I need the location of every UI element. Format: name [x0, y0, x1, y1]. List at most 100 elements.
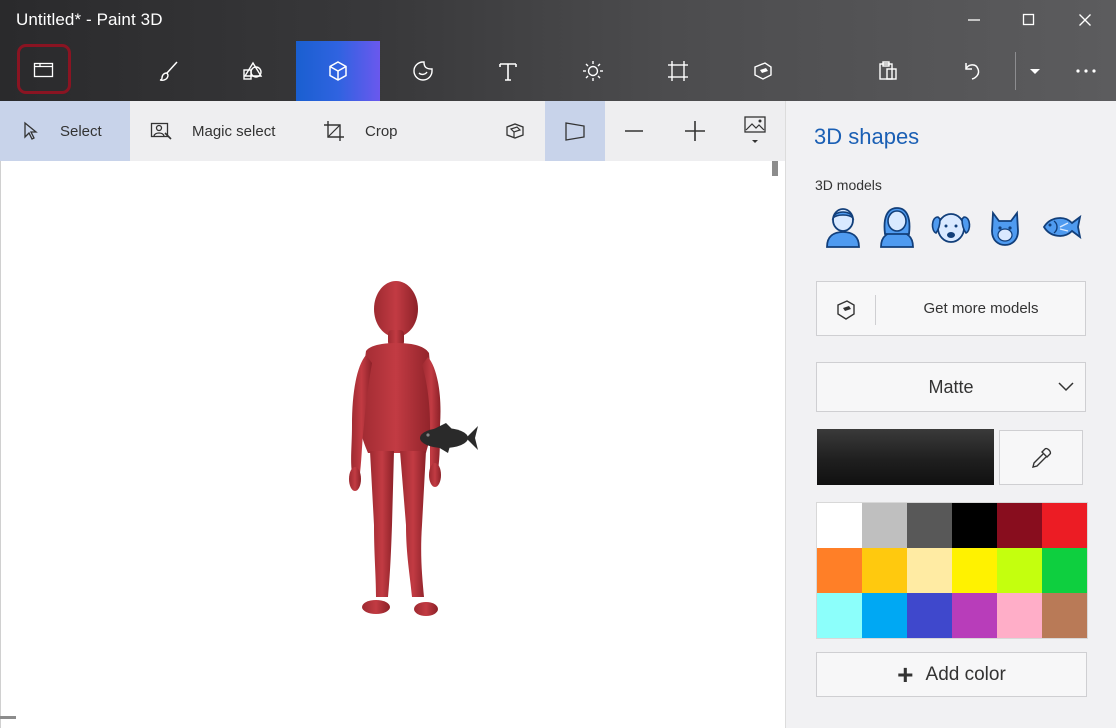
color-swatch[interactable] [907, 548, 952, 593]
zoom-in-button[interactable] [665, 101, 725, 161]
caret-down-icon [1030, 69, 1040, 74]
color-swatch[interactable] [952, 593, 997, 638]
cursor-icon [24, 121, 38, 140]
perspective-button[interactable] [545, 101, 605, 161]
magic-select-icon [150, 122, 172, 140]
color-swatch[interactable] [862, 503, 907, 548]
color-swatch[interactable] [862, 593, 907, 638]
3d-view-button[interactable] [485, 101, 545, 161]
color-swatch[interactable] [997, 548, 1042, 593]
tool-2d-shapes[interactable] [211, 41, 295, 101]
color-swatch[interactable] [817, 593, 862, 638]
color-swatch[interactable] [817, 503, 862, 548]
maximize-button[interactable] [1006, 0, 1052, 40]
perspective-icon [565, 122, 585, 141]
undo-icon [965, 63, 980, 80]
eyedropper-button[interactable] [999, 430, 1083, 485]
zoom-out-button[interactable] [604, 101, 664, 161]
tool-3d-shapes[interactable] [296, 41, 380, 101]
cube-icon [329, 61, 347, 81]
material-dropdown[interactable]: Matte [816, 362, 1086, 412]
model-man-button[interactable] [821, 205, 865, 249]
color-swatch[interactable] [1042, 548, 1087, 593]
minimize-button[interactable] [951, 0, 997, 40]
model-fish-button[interactable] [1039, 205, 1083, 249]
undo-button[interactable] [930, 41, 1014, 101]
image-icon [744, 116, 766, 143]
panel-title: 3D shapes [814, 124, 920, 149]
models-section-label: 3D models [815, 177, 882, 193]
toolbar-separator [1015, 52, 1016, 90]
get-more-models-button[interactable]: Get more models [816, 281, 1086, 336]
plus-icon [685, 121, 705, 141]
color-swatch[interactable] [952, 503, 997, 548]
folder-icon [33, 62, 54, 78]
paste-button[interactable] [846, 41, 930, 101]
paste-icon [879, 61, 897, 80]
canvas-crop-icon [668, 61, 688, 81]
color-swatch[interactable] [997, 503, 1042, 548]
fish-icon [1042, 214, 1082, 240]
menu-button[interactable] [17, 44, 71, 94]
ellipsis-icon [1076, 69, 1096, 73]
add-color-label: Add color [925, 663, 1006, 685]
remix-3d-icon [754, 62, 772, 80]
color-swatch[interactable] [907, 503, 952, 548]
close-icon [1079, 14, 1091, 26]
view-options-button[interactable] [725, 101, 785, 161]
window-title: Untitled* - Paint 3D [16, 10, 163, 29]
model-dog-button[interactable] [929, 205, 973, 249]
horizontal-scrollbar[interactable] [0, 716, 16, 719]
tool-text[interactable] [466, 41, 550, 101]
current-color-swatch[interactable] [817, 429, 994, 485]
color-swatch[interactable] [817, 548, 862, 593]
remix-icon-wrap [817, 282, 875, 337]
magic-select-label: Magic select [192, 122, 276, 140]
eyedropper-icon-wrap [1000, 431, 1082, 484]
color-swatch[interactable] [997, 593, 1042, 638]
color-swatch[interactable] [952, 548, 997, 593]
tool-stickers[interactable] [381, 41, 465, 101]
tool-canvas[interactable] [636, 41, 720, 101]
model-woman-button[interactable] [875, 205, 919, 249]
tool-brushes[interactable] [127, 41, 211, 101]
crop-button[interactable]: Crop [323, 101, 398, 161]
crop-label: Crop [365, 122, 398, 140]
sticker-icon [413, 61, 433, 81]
woman-icon [880, 207, 914, 248]
plus-icon: + [897, 658, 914, 690]
color-swatch[interactable] [1042, 503, 1087, 548]
color-palette [816, 502, 1088, 639]
tool-remix-3d[interactable] [721, 41, 805, 101]
add-color-button[interactable]: + Add color [816, 652, 1087, 697]
dog-icon [931, 213, 971, 243]
minimize-icon [968, 19, 980, 21]
side-panel: 3D shapes 3D models Get more models Matt… [785, 101, 1116, 728]
more-options-button[interactable] [1058, 41, 1114, 101]
app-header: Untitled* - Paint 3D [0, 0, 1116, 101]
tool-effects[interactable] [551, 41, 635, 101]
select-tool-button[interactable]: Select [0, 101, 130, 161]
close-button[interactable] [1062, 0, 1108, 40]
color-swatch[interactable] [862, 548, 907, 593]
color-swatch[interactable] [907, 593, 952, 638]
minus-icon [625, 130, 643, 132]
person-3d-model[interactable] [349, 281, 441, 616]
3d-scene[interactable] [330, 275, 490, 625]
color-swatch[interactable] [1042, 593, 1087, 638]
brush-icon [159, 61, 178, 81]
vertical-scrollbar[interactable] [772, 161, 778, 176]
material-value: Matte [928, 376, 974, 397]
3d-view-icon [506, 123, 524, 139]
remix-3d-icon [837, 299, 855, 320]
get-more-models-label: Get more models [923, 300, 1039, 317]
eyedropper-icon [1032, 447, 1052, 468]
add-color-inner: + Add color [817, 653, 1086, 696]
history-dropdown[interactable] [1017, 41, 1053, 101]
sun-icon [583, 61, 603, 81]
magic-select-button[interactable]: Magic select [150, 101, 275, 161]
model-cat-button[interactable] [983, 205, 1027, 249]
button-divider [875, 295, 876, 325]
man-icon [826, 208, 860, 248]
chevron-down-icon [1058, 382, 1074, 392]
